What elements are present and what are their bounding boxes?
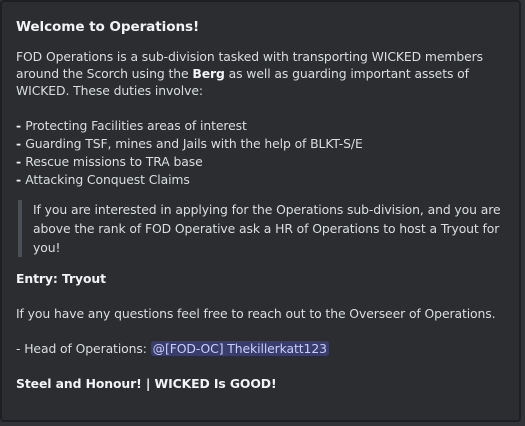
intro-bold-berg: Berg xyxy=(192,66,225,81)
list-item: - Attacking Conquest Claims xyxy=(16,171,505,189)
questions-line: If you have any questions feel free to r… xyxy=(16,306,496,321)
bullet: - xyxy=(16,172,26,187)
intro-paragraph: FOD Operations is a sub-division tasked … xyxy=(16,48,505,99)
duties-list: - Protecting Facilities areas of interes… xyxy=(16,117,505,189)
duty-text: Guarding TSF, mines and Jails with the h… xyxy=(25,136,363,151)
list-item: - Rescue missions to TRA base xyxy=(16,153,505,171)
duty-text: Rescue missions to TRA base xyxy=(25,154,203,169)
closing-line: Steel and Honour! | WICKED Is GOOD! xyxy=(16,376,277,391)
head-label: - Head of Operations: xyxy=(16,341,151,356)
user-mention[interactable]: @[FOD-OC] Thekillerkatt123 xyxy=(150,341,329,356)
head-of-operations-line: - Head of Operations: @[FOD-OC] Thekille… xyxy=(16,340,505,357)
bullet: - xyxy=(16,118,26,133)
list-item: - Protecting Facilities areas of interes… xyxy=(16,117,505,135)
message-embed: Welcome to Operations! FOD Operations is… xyxy=(0,0,521,422)
bullet: - xyxy=(16,136,26,151)
bullet: - xyxy=(16,154,26,169)
duty-text: Attacking Conquest Claims xyxy=(25,172,190,187)
list-item: - Guarding TSF, mines and Jails with the… xyxy=(16,135,505,153)
embed-title: Welcome to Operations! xyxy=(16,19,200,35)
entry-line: Entry: Tryout xyxy=(16,271,106,286)
blockquote: If you are interested in applying for th… xyxy=(18,200,505,257)
duty-text: Protecting Facilities areas of interest xyxy=(25,118,247,133)
embed-content: Welcome to Operations! FOD Operations is… xyxy=(2,2,519,392)
